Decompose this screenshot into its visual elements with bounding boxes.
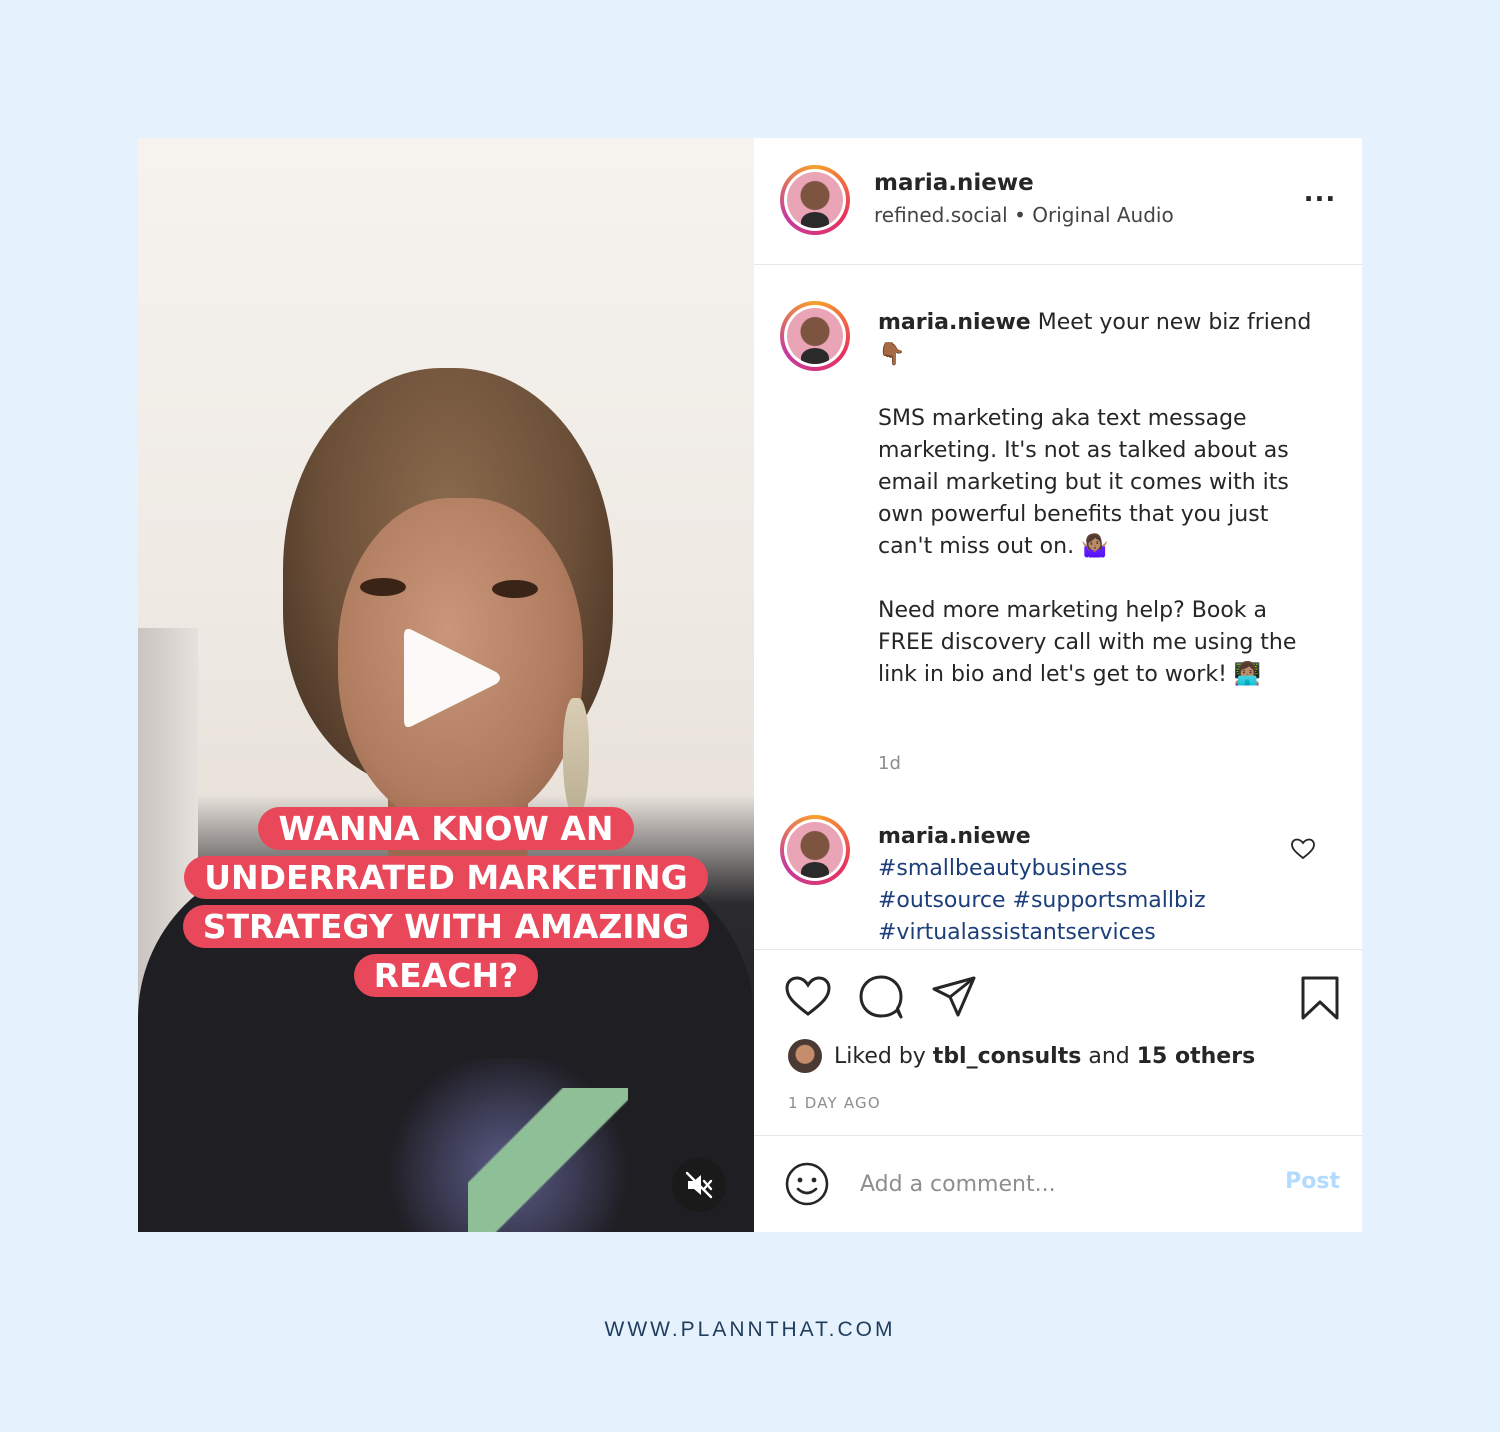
emoji-smiley-icon[interactable]	[784, 1161, 830, 1211]
add-comment-bar: Post	[754, 1135, 1362, 1232]
header-subtitle[interactable]: refined.social • Original Audio	[874, 203, 1174, 227]
avatar-photo	[787, 822, 843, 878]
comment: maria.niewe #smallbeautybusiness #outsou…	[878, 821, 1278, 948]
header-username[interactable]: maria.niewe	[874, 170, 1034, 196]
like-heart-icon[interactable]	[784, 974, 832, 1022]
shirt-graphic-leaf	[468, 1088, 628, 1232]
caption-paragraph: SMS marketing aka text message marketing…	[878, 406, 1289, 559]
post-video[interactable]: WANNA KNOW AN UNDERRATED MARKETING STRAT…	[138, 138, 754, 1232]
post-comment-button[interactable]: Post	[1285, 1169, 1340, 1194]
comments-scroll-area[interactable]: maria.niewe Meet your new biz friend 👇🏾 …	[754, 265, 1362, 948]
overlay-line: REACH?	[353, 954, 539, 997]
caption-username[interactable]: maria.niewe	[878, 310, 1031, 335]
hashtag-link[interactable]: #smallbeautybusiness	[878, 853, 1278, 885]
post-age[interactable]: 1 DAY AGO	[788, 1094, 881, 1112]
caption-avatar[interactable]	[780, 301, 850, 371]
more-options-button[interactable]: ...	[1300, 180, 1340, 214]
overlay-line: UNDERRATED MARKETING	[184, 856, 708, 899]
liked-by-user[interactable]: tbl_consults	[933, 1044, 1082, 1069]
avatar-photo	[787, 172, 843, 228]
liker-avatar[interactable]	[788, 1039, 822, 1073]
liked-by-text[interactable]: Liked by tbl_consults and 15 others	[834, 1044, 1255, 1069]
hashtag-link[interactable]: #outsource #supportsmallbiz	[878, 885, 1278, 917]
video-person-eye-left	[360, 578, 406, 596]
comment-input[interactable]	[858, 1163, 1262, 1205]
mute-toggle-button[interactable]	[672, 1158, 726, 1212]
post-actions: Liked by tbl_consults and 15 others 1 DA…	[754, 949, 1362, 1136]
header-avatar[interactable]	[780, 165, 850, 235]
caption-paragraph: Need more marketing help? Book a FREE di…	[878, 598, 1297, 687]
hashtag-link[interactable]: #virtualassistantservices	[878, 917, 1278, 948]
liked-by-row: Liked by tbl_consults and 15 others	[788, 1038, 1255, 1074]
post-caption: maria.niewe Meet your new biz friend 👇🏾 …	[878, 307, 1318, 691]
avatar-photo	[787, 308, 843, 364]
muted-speaker-icon	[685, 1171, 713, 1199]
post-side-panel: maria.niewe refined.social • Original Au…	[754, 138, 1362, 1232]
caption-timestamp[interactable]: 1d	[878, 753, 901, 774]
video-person-earring	[563, 698, 589, 818]
comment-avatar[interactable]	[780, 815, 850, 885]
footer-url: WWW.PLANNTHAT.COM	[604, 1318, 896, 1341]
comment-username[interactable]: maria.niewe	[878, 824, 1031, 849]
video-overlay-caption: WANNA KNOW AN UNDERRATED MARKETING STRAT…	[168, 804, 724, 1000]
liked-by-connector: and	[1081, 1043, 1137, 1069]
instagram-post-card: WANNA KNOW AN UNDERRATED MARKETING STRAT…	[138, 138, 1362, 1232]
comment-bubble-icon[interactable]	[857, 974, 905, 1024]
save-bookmark-icon[interactable]	[1298, 974, 1342, 1026]
post-header: maria.niewe refined.social • Original Au…	[754, 138, 1362, 265]
liked-by-others[interactable]: 15 others	[1137, 1044, 1255, 1069]
video-person-eye-right	[492, 580, 538, 598]
overlay-line: STRATEGY WITH AMAZING	[182, 905, 710, 948]
liked-by-prefix: Liked by	[834, 1043, 933, 1069]
comment-like-heart-icon[interactable]	[1290, 837, 1316, 865]
play-icon[interactable]	[390, 618, 510, 738]
overlay-line: WANNA KNOW AN	[258, 807, 634, 850]
share-paper-plane-icon[interactable]	[930, 974, 978, 1024]
